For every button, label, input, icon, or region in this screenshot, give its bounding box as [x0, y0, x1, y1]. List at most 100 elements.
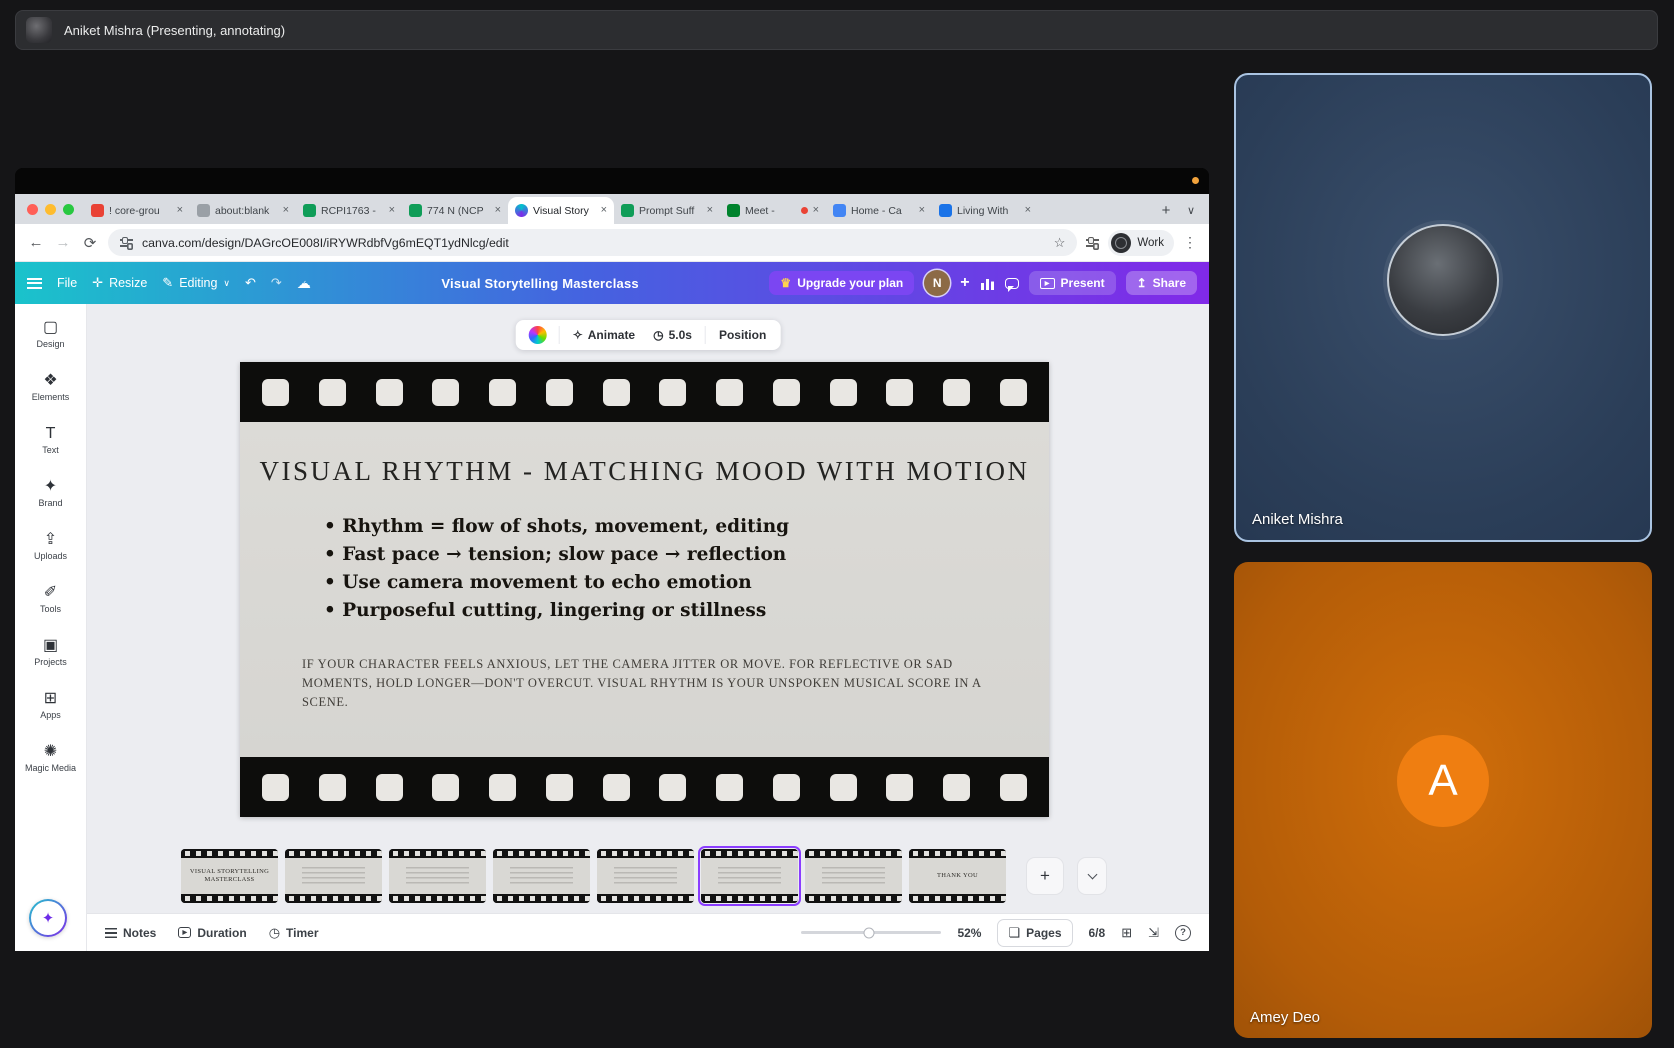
extensions-icon[interactable]	[1086, 237, 1099, 248]
duration-panel-button[interactable]: ▶ Duration	[178, 926, 246, 940]
grid-view-icon[interactable]: ⊞	[1121, 925, 1132, 941]
thumb-content	[701, 858, 798, 894]
tab-title: RCPI1763 -	[321, 205, 384, 217]
browser-tab[interactable]: Meet - ×	[720, 197, 826, 224]
fullscreen-icon[interactable]: ⇲	[1148, 925, 1159, 941]
browser-tab[interactable]: Home - Ca×	[826, 197, 932, 224]
slide-canvas[interactable]: VISUAL RHYTHM - MATCHING MOOD WITH MOTIO…	[240, 362, 1049, 817]
sidebar-item-label: Uploads	[34, 551, 67, 561]
new-tab-button[interactable]: +	[1153, 197, 1179, 224]
notification-dot-icon	[1192, 177, 1199, 184]
filmstrip-top-band	[240, 362, 1049, 422]
sidebar-item-projects[interactable]: ▣Projects	[18, 626, 84, 679]
page-thumbnail[interactable]	[597, 849, 694, 903]
sprocket-hole	[716, 379, 743, 406]
tab-close-icon[interactable]: ×	[177, 205, 183, 216]
browser-menu-icon[interactable]: ⋮	[1183, 234, 1197, 251]
bookmark-star-icon[interactable]: ☆	[1054, 235, 1066, 251]
page-thumbnail[interactable]: VISUAL STORYTELLING MASTERCLASS	[181, 849, 278, 903]
video-tile-aniket[interactable]: Aniket Mishra	[1234, 73, 1652, 542]
hamburger-menu-icon[interactable]	[27, 278, 42, 289]
tab-close-icon[interactable]: ×	[919, 205, 925, 216]
duration-button[interactable]: ◷ 5.0s	[645, 323, 700, 347]
sidebar-item-uploads[interactable]: ⇪Uploads	[18, 520, 84, 573]
sidebar-item-brand[interactable]: ✦Brand	[18, 467, 84, 520]
page-thumbnail[interactable]	[389, 849, 486, 903]
browser-tab[interactable]: RCPI1763 - ×	[296, 197, 402, 224]
tab-close-icon[interactable]: ×	[1025, 205, 1031, 216]
page-thumbnail[interactable]	[493, 849, 590, 903]
tab-close-icon[interactable]: ×	[495, 205, 501, 216]
page-thumbnail[interactable]	[701, 849, 798, 903]
page-thumbnail[interactable]: THANK YOU	[909, 849, 1006, 903]
minimize-window-icon[interactable]	[45, 204, 56, 215]
add-page-button[interactable]: +	[1026, 857, 1064, 895]
upgrade-plan-button[interactable]: ♛ Upgrade your plan	[769, 271, 914, 295]
account-avatar[interactable]: N	[924, 270, 950, 296]
sidebar-item-tools[interactable]: ✐Tools	[18, 573, 84, 626]
sidebar-item-magic-media[interactable]: ✺Magic Media	[18, 732, 84, 785]
tab-close-icon[interactable]: ×	[283, 205, 289, 216]
sidebar-item-label: Brand	[38, 498, 62, 508]
pen-icon: ✎	[162, 275, 173, 291]
animate-button[interactable]: ✧ Animate	[565, 323, 643, 347]
slide-bullet: Purposeful cutting, lingering or stillne…	[324, 597, 1049, 625]
browser-tab[interactable]: about:blank×	[190, 197, 296, 224]
browser-tab[interactable]: Living With×	[932, 197, 1038, 224]
tab-close-icon[interactable]: ×	[601, 205, 607, 216]
resize-button[interactable]: ✛ Resize	[92, 275, 147, 291]
browser-tab[interactable]: 774 N (NCP×	[402, 197, 508, 224]
sprocket-hole	[943, 379, 970, 406]
help-button[interactable]: ?	[1175, 925, 1191, 941]
color-wheel-icon[interactable]	[529, 326, 547, 344]
present-button[interactable]: ▶ Present	[1029, 271, 1116, 295]
sidebar-item-text[interactable]: TText	[18, 414, 84, 467]
position-button[interactable]: Position	[711, 323, 774, 347]
browser-tab[interactable]: Prompt Suff×	[614, 197, 720, 224]
timer-button[interactable]: ◷ Timer	[269, 925, 319, 941]
omnibox[interactable]: canva.com/design/DAGrcOE008I/iRYWRdbfVg6…	[108, 229, 1077, 256]
slide-content: VISUAL RHYTHM - MATCHING MOOD WITH MOTIO…	[240, 422, 1049, 757]
redo-button[interactable]: ↷	[271, 275, 282, 291]
zoom-level[interactable]: 52%	[957, 926, 981, 940]
sprocket-hole	[659, 379, 686, 406]
tab-close-icon[interactable]: ×	[707, 205, 713, 216]
sprocket-hole	[886, 774, 913, 801]
site-settings-icon[interactable]	[120, 237, 133, 248]
maximize-window-icon[interactable]	[63, 204, 74, 215]
recording-dot-icon	[801, 207, 808, 214]
invite-member-button[interactable]: +	[960, 274, 969, 292]
share-button[interactable]: ↥ Share	[1126, 271, 1197, 295]
sidebar-item-apps[interactable]: ⊞Apps	[18, 679, 84, 732]
editing-mode-dropdown[interactable]: ✎ Editing ∨	[162, 275, 230, 291]
url-text[interactable]: canva.com/design/DAGrcOE008I/iRYWRdbfVg6…	[142, 236, 1045, 250]
back-icon[interactable]: ←	[27, 234, 45, 251]
comments-icon[interactable]	[1005, 278, 1019, 289]
profile-chip[interactable]: Work	[1108, 230, 1174, 256]
tab-close-icon[interactable]: ×	[813, 205, 819, 216]
tab-close-icon[interactable]: ×	[389, 205, 395, 216]
expand-pages-button[interactable]	[1077, 857, 1107, 895]
design-title[interactable]: Visual Storytelling Masterclass	[311, 276, 770, 291]
slide-note: IF YOUR CHARACTER FEELS ANXIOUS, LET THE…	[302, 655, 1014, 712]
sidebar-item-elements[interactable]: ❖Elements	[18, 361, 84, 414]
undo-button[interactable]: ↶	[245, 275, 256, 291]
insights-chart-icon[interactable]	[980, 277, 995, 290]
pages-button[interactable]: ❏ Pages	[997, 919, 1072, 947]
tab-search-icon[interactable]: ∨	[1179, 197, 1203, 224]
reload-icon[interactable]: ⟳	[81, 234, 99, 252]
canva-assistant-button[interactable]: ✦	[29, 899, 67, 937]
page-thumbnail[interactable]	[285, 849, 382, 903]
notes-button[interactable]: Notes	[105, 926, 156, 940]
zoom-slider-knob[interactable]	[863, 927, 874, 938]
browser-tab[interactable]: ! core-grou×	[84, 197, 190, 224]
browser-tab[interactable]: Visual Story×	[508, 197, 614, 224]
page-thumbnail[interactable]	[805, 849, 902, 903]
file-menu[interactable]: File	[57, 276, 77, 290]
sidebar-item-design[interactable]: ▢Design	[18, 308, 84, 361]
close-window-icon[interactable]	[27, 204, 38, 215]
video-tile-amey[interactable]: A Amey Deo	[1234, 562, 1652, 1038]
tab-strip: ! core-grou×about:blank×RCPI1763 -×774 N…	[84, 194, 1153, 224]
initial-avatar: A	[1397, 735, 1489, 827]
zoom-slider[interactable]	[801, 931, 941, 934]
